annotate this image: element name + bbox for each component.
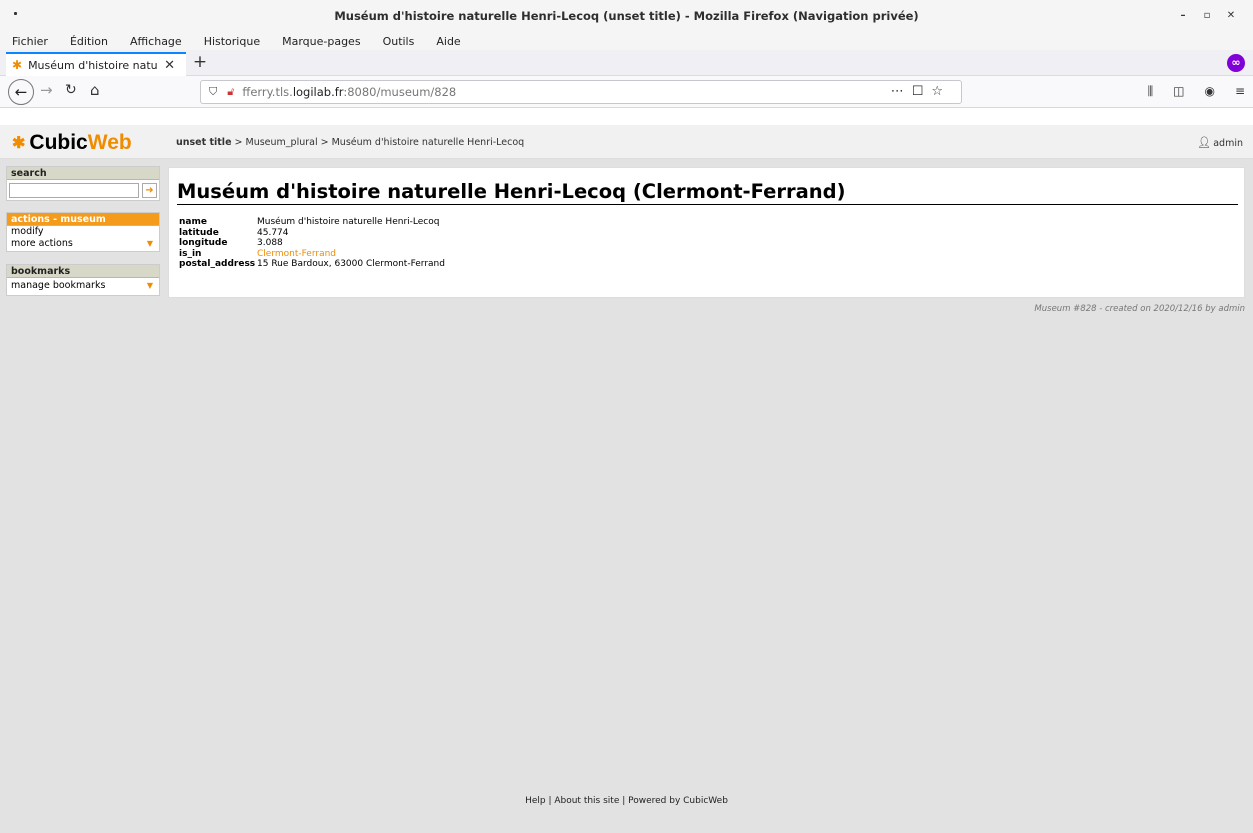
breadcrumb: unset title > Museum_plural > Muséum d'h… xyxy=(176,137,524,148)
entity-metadata: Museum #828 - created on 2020/12/16 by a… xyxy=(1034,304,1245,314)
breadcrumb-root[interactable]: unset title xyxy=(176,137,232,148)
tab-close-icon[interactable]: ✕ xyxy=(164,58,175,73)
menu-historique[interactable]: Historique xyxy=(204,35,260,48)
is-in-link[interactable]: Clermont-Ferrand xyxy=(257,249,336,260)
cubicweb-favicon-icon: ✱ xyxy=(12,58,23,72)
menu-affichage[interactable]: Affichage xyxy=(130,35,182,48)
window-title: Muséum d'histoire naturelle Henri-Lecoq … xyxy=(334,9,919,23)
user-menu[interactable]: 👤︎ admin xyxy=(1197,136,1243,149)
tab-strip: ✱ Muséum d'histoire naturelle ✕ + ∞ xyxy=(0,50,1253,76)
navigation-toolbar: ← → ↻ ⌂ ⛉ 🔓︎ fferry.tls.logilab.fr:8080/… xyxy=(0,76,1253,108)
window-menu-icon[interactable] xyxy=(14,12,17,15)
cubicweb-logo[interactable]: ✱ Cubic Web xyxy=(12,131,132,155)
attribute-row-latitude: latitude 45.774 xyxy=(179,227,289,238)
search-box: search ➜ xyxy=(6,166,160,201)
private-browsing-icon: ∞ xyxy=(1227,54,1245,72)
bookmarks-box-title: bookmarks xyxy=(7,265,159,278)
new-tab-icon[interactable]: + xyxy=(191,54,209,72)
tab-museum[interactable]: ✱ Muséum d'histoire naturelle ✕ xyxy=(6,52,186,76)
library-icon[interactable]: ⫼ xyxy=(1148,84,1154,99)
action-modify[interactable]: modify xyxy=(7,226,159,238)
cubicweb-logo-icon: ✱ xyxy=(12,135,26,152)
attribute-row-is-in: is_in Clermont-Ferrand xyxy=(179,248,337,260)
search-submit-icon[interactable]: ➜ xyxy=(142,183,157,198)
actions-box-title: actions - museum xyxy=(7,213,159,226)
tracking-shield-icon[interactable]: ⛉ xyxy=(209,85,217,99)
search-box-title: search xyxy=(7,167,159,180)
manage-bookmarks[interactable]: manage bookmarks ▼ xyxy=(7,280,159,292)
site-header: ✱ Cubic Web unset title > Museum_plural >… xyxy=(0,125,1253,159)
attributes-table: name Muséum d'histoire naturelle Henri-L… xyxy=(179,217,445,270)
sidebar-icon[interactable]: ◫ xyxy=(1173,84,1184,99)
close-window-icon[interactable]: ✕ xyxy=(1219,8,1243,24)
maximize-icon[interactable]: ▫ xyxy=(1195,8,1219,24)
reload-icon[interactable]: ↻ xyxy=(65,82,77,98)
attribute-row-longitude: longitude 3.088 xyxy=(179,238,283,248)
url-text[interactable]: fferry.tls.logilab.fr:8080/museum/828 xyxy=(242,85,456,99)
user-name[interactable]: admin xyxy=(1213,138,1243,149)
user-icon: 👤︎ xyxy=(1197,136,1212,149)
menu-bar: Fichier Édition Affichage Historique Mar… xyxy=(0,32,1253,50)
chevron-down-icon[interactable]: ▼ xyxy=(147,280,153,292)
breadcrumb-path[interactable]: > Museum_plural > Muséum d'histoire natu… xyxy=(232,137,525,148)
menu-aide[interactable]: Aide xyxy=(436,35,460,48)
back-arrow-icon[interactable]: ← xyxy=(8,79,34,105)
action-more-actions[interactable]: more actions ▼ xyxy=(7,238,159,250)
attribute-row-name: name Muséum d'histoire naturelle Henri-L… xyxy=(179,217,440,227)
menu-fichier[interactable]: Fichier xyxy=(12,35,48,48)
hamburger-menu-icon[interactable]: ≡ xyxy=(1235,84,1245,99)
search-input[interactable] xyxy=(9,183,139,198)
forward-arrow-icon[interactable]: → xyxy=(40,81,53,99)
window-controls: – ▫ ✕ xyxy=(1171,8,1243,24)
minimize-icon[interactable]: – xyxy=(1171,8,1195,24)
menu-marque-pages[interactable]: Marque-pages xyxy=(282,35,360,48)
page-title: Muséum d'histoire naturelle Henri-Lecoq … xyxy=(177,180,1238,205)
actions-box: actions - museum modify more actions ▼ xyxy=(6,212,160,252)
tab-title: Muséum d'histoire naturelle xyxy=(28,58,158,72)
account-icon[interactable]: ◉ xyxy=(1204,84,1214,99)
bookmarks-box: bookmarks manage bookmarks ▼ xyxy=(6,264,160,296)
menu-edition[interactable]: Édition xyxy=(70,35,108,48)
main-content: Muséum d'histoire naturelle Henri-Lecoq … xyxy=(168,167,1245,298)
chevron-down-icon[interactable]: ▼ xyxy=(147,238,153,250)
window-titlebar: Muséum d'histoire naturelle Henri-Lecoq … xyxy=(0,0,1253,32)
web-page: ✱ Cubic Web unset title > Museum_plural >… xyxy=(0,125,1253,833)
address-bar[interactable]: ⛉ 🔓︎ fferry.tls.logilab.fr:8080/museum/8… xyxy=(200,80,962,104)
toolbar-right: ⫼ ◫ ◉ ≡ xyxy=(1148,84,1245,99)
page-actions-icons[interactable]: ⋯☐☆ xyxy=(891,84,951,99)
home-icon[interactable]: ⌂ xyxy=(90,81,100,99)
insecure-lock-icon[interactable]: 🔓︎ xyxy=(227,85,234,99)
attribute-row-postal-address: postal_address 15 Rue Bardoux, 63000 Cle… xyxy=(179,259,445,269)
menu-outils[interactable]: Outils xyxy=(383,35,415,48)
site-footer[interactable]: Help | About this site | Powered by Cubi… xyxy=(0,796,1253,806)
